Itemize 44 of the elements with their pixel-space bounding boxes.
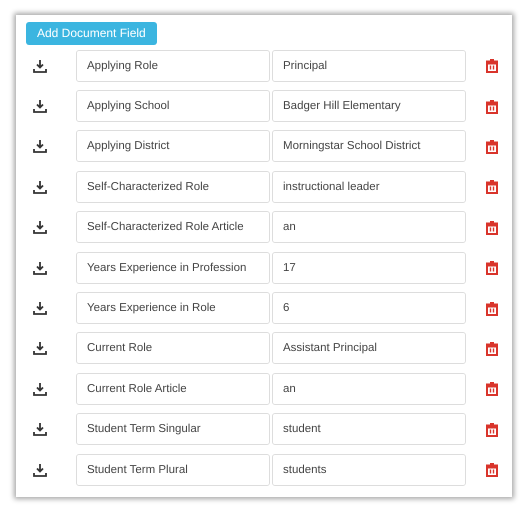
field-value-input[interactable]: 6: [272, 292, 466, 324]
field-name-input[interactable]: Self-Characterized Role Article: [76, 211, 270, 244]
field-name-input[interactable]: Applying District: [76, 130, 270, 162]
download-icon[interactable]: [33, 260, 47, 275]
download-icon[interactable]: [33, 99, 47, 114]
field-value-input[interactable]: 17: [272, 252, 466, 284]
field-value-input[interactable]: an: [272, 211, 466, 244]
trash-icon[interactable]: [485, 381, 499, 396]
trash-icon[interactable]: [485, 58, 499, 74]
trash-icon[interactable]: [485, 422, 499, 437]
download-icon[interactable]: [33, 220, 47, 234]
field-name-input[interactable]: Current Role Article: [76, 372, 270, 405]
field-name-input[interactable]: Student Term Singular: [76, 413, 270, 446]
trash-icon[interactable]: [485, 260, 499, 276]
field-name-input[interactable]: Self-Characterized Role: [76, 170, 270, 203]
field-value-input[interactable]: Assistant Principal: [272, 332, 466, 364]
field-name-input[interactable]: Applying Role: [76, 50, 270, 82]
trash-icon[interactable]: [485, 179, 499, 194]
field-value-input[interactable]: an: [272, 372, 466, 405]
field-value-input[interactable]: students: [272, 454, 466, 486]
trash-icon[interactable]: [485, 300, 499, 316]
download-icon[interactable]: [33, 139, 47, 154]
download-icon[interactable]: [33, 341, 47, 356]
field-name-input[interactable]: Applying School: [76, 90, 270, 122]
field-value-input[interactable]: Badger Hill Elementary: [272, 90, 466, 122]
trash-icon[interactable]: [485, 220, 499, 235]
field-value-input[interactable]: Morningstar School District: [272, 130, 466, 162]
download-icon[interactable]: [33, 301, 47, 316]
field-name-input[interactable]: Years Experience in Profession: [76, 252, 270, 284]
field-value-input[interactable]: instructional leader: [272, 170, 466, 203]
trash-icon[interactable]: [485, 462, 499, 478]
field-value-input[interactable]: student: [272, 413, 466, 446]
trash-icon[interactable]: [485, 138, 499, 154]
download-icon[interactable]: [33, 382, 47, 396]
trash-icon[interactable]: [485, 98, 499, 114]
trash-icon[interactable]: [485, 340, 499, 356]
download-icon[interactable]: [33, 58, 47, 73]
field-name-input[interactable]: Years Experience in Role: [76, 292, 270, 324]
download-icon[interactable]: [33, 180, 47, 194]
field-name-input[interactable]: Student Term Plural: [76, 454, 270, 486]
download-icon[interactable]: [33, 462, 47, 477]
field-name-input[interactable]: Current Role: [76, 332, 270, 364]
download-icon[interactable]: [33, 422, 47, 436]
field-value-input[interactable]: Principal: [272, 50, 466, 82]
